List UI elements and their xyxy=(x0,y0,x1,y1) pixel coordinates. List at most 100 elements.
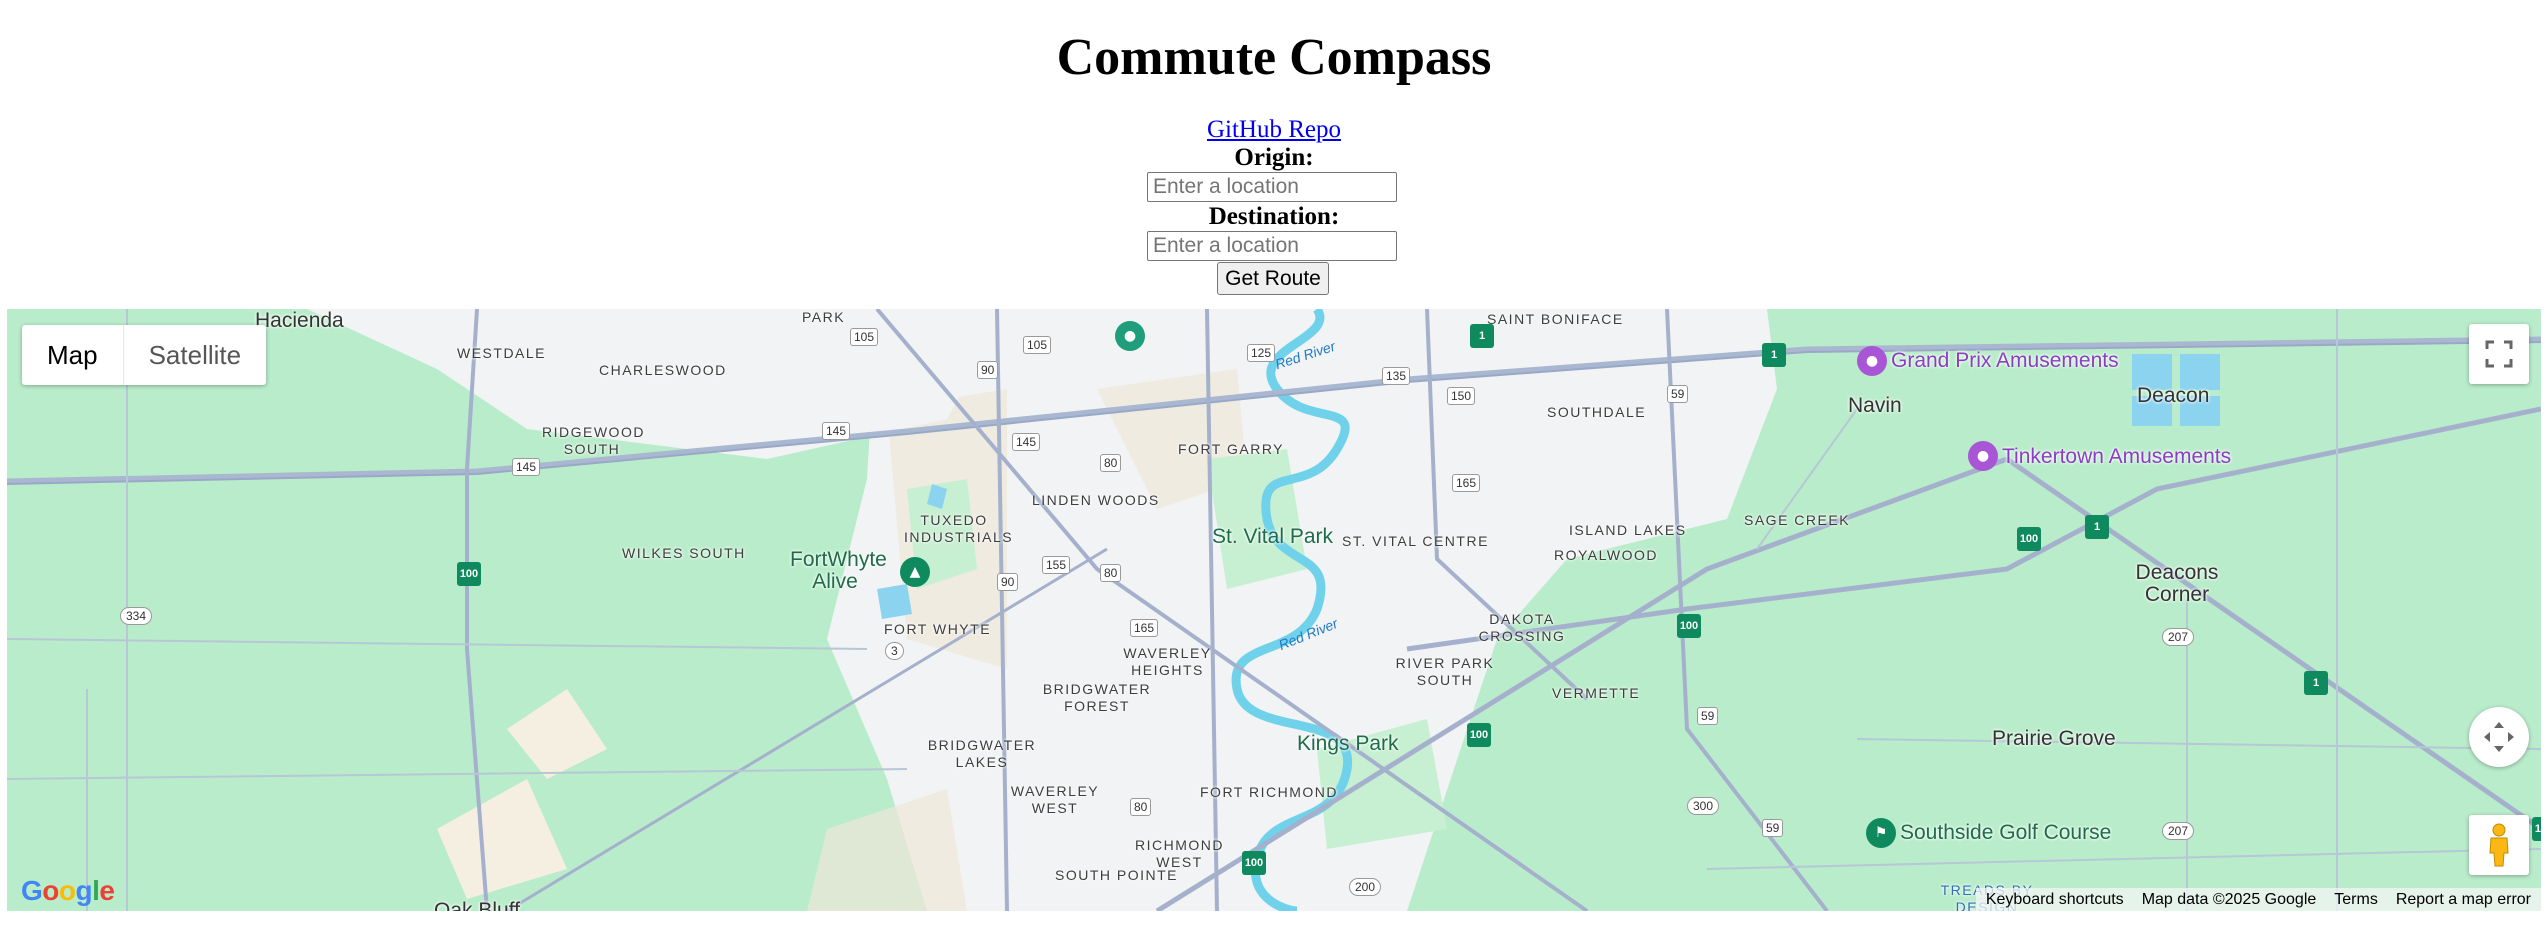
destination-input[interactable] xyxy=(1147,231,1397,261)
hood-south-pointe: SOUTH POINTE xyxy=(1055,867,1179,883)
route-shield: 105 xyxy=(850,328,879,346)
route-shield: 3 xyxy=(885,642,904,660)
highway-shield: 1 xyxy=(1470,324,1494,348)
repo-link-container: GitHub Repo xyxy=(0,116,2548,144)
hood-fort-whyte: FORT WHYTE xyxy=(884,621,992,637)
keyboard-shortcuts-link[interactable]: Keyboard shortcuts xyxy=(1986,891,2124,909)
hood-park: PARK xyxy=(802,309,846,325)
route-shield: 334 xyxy=(120,607,153,625)
google-logo[interactable]: Google xyxy=(21,875,115,907)
amusement-pin-icon[interactable]: ● xyxy=(1857,346,1887,376)
route-shield: 125 xyxy=(1247,344,1276,362)
map-type-satellite-button[interactable]: Satellite xyxy=(122,325,267,385)
map-data-attribution: Map data ©2025 Google xyxy=(2141,890,2317,908)
highway-shield: 100 xyxy=(1242,851,1266,875)
hood-waverley-heights: WAVERLEY HEIGHTS xyxy=(1123,645,1212,678)
route-shield: 80 xyxy=(1100,454,1122,472)
highway-shield: 1 xyxy=(2304,671,2328,695)
github-repo-link[interactable]: GitHub Repo xyxy=(1207,116,1341,143)
map-type-control: Map Satellite xyxy=(22,325,267,385)
hood-fort-richmond: FORT RICHMOND xyxy=(1200,784,1338,800)
street-view-button[interactable] xyxy=(2469,815,2529,875)
poi-southside-golf[interactable]: Southside Golf Course xyxy=(1900,821,2111,845)
place-prairie-grove: Prairie Grove xyxy=(1992,727,2116,750)
route-shield: 90 xyxy=(977,361,999,379)
get-route-button[interactable]: Get Route xyxy=(1217,262,1329,295)
map-footer: Keyboard shortcuts Map data ©2025 Google… xyxy=(1975,888,2541,911)
map-canvas[interactable]: Hacienda Navin Deacon Deacons Corner Pra… xyxy=(7,309,2541,911)
hood-tuxedo-industrials: TUXEDO INDUSTRIALS xyxy=(904,512,1014,545)
map-type-map-button[interactable]: Map xyxy=(22,325,123,385)
origin-label: Origin: xyxy=(1234,144,1314,171)
route-shield: 207 xyxy=(2162,822,2195,840)
hood-river-park-south: RIVER PARK SOUTH xyxy=(1395,655,1495,688)
hood-richmond-west: RICHMOND WEST xyxy=(1135,837,1224,870)
golf-pin-icon[interactable]: ⚑ xyxy=(1866,818,1896,848)
route-shield: 300 xyxy=(1687,797,1720,815)
report-map-error-link[interactable]: Report a map error xyxy=(2396,891,2531,909)
highway-shield: 1 xyxy=(2085,515,2109,539)
route-shield: 90 xyxy=(997,573,1019,591)
route-shield: 150 xyxy=(1447,387,1476,405)
origin-input[interactable] xyxy=(1147,172,1397,202)
pegman-icon xyxy=(2489,823,2509,867)
hood-southdale: SOUTHDALE xyxy=(1547,404,1647,420)
route-shield: 135 xyxy=(1382,367,1411,385)
route-shield: 80 xyxy=(1130,798,1152,816)
highway-shield: 1 xyxy=(1762,343,1786,367)
hood-sage-creek: SAGE CREEK xyxy=(1744,512,1851,528)
park-pin-icon[interactable]: ● xyxy=(1115,321,1145,351)
hood-bridgwater-forest: BRIDGWATER FOREST xyxy=(1042,681,1152,714)
hood-linden-woods: LINDEN WOODS xyxy=(1032,492,1160,508)
route-shield: 145 xyxy=(822,422,851,440)
terms-link[interactable]: Terms xyxy=(2334,891,2378,909)
hood-vermette: VERMETTE xyxy=(1552,685,1641,701)
place-navin: Navin xyxy=(1848,394,1902,417)
hood-westdale: WESTDALE xyxy=(457,345,547,361)
route-shield: 145 xyxy=(512,458,541,476)
park-pin-icon[interactable]: ▲ xyxy=(900,557,930,587)
page-title: Commute Compass xyxy=(1056,29,1492,86)
highway-shield: 100 xyxy=(2532,817,2541,841)
route-shield: 145 xyxy=(1012,433,1041,451)
route-shield: 59 xyxy=(1697,707,1719,725)
highway-shield: 100 xyxy=(1677,614,1701,638)
hood-bridgwater-lakes: BRIDGWATER LAKES xyxy=(927,737,1037,770)
route-shield: 155 xyxy=(1042,556,1071,574)
hood-royalwood: ROYALWOOD xyxy=(1554,547,1658,563)
route-shield: 80 xyxy=(1100,564,1122,582)
place-deacons-corner: Deacons Corner xyxy=(2135,561,2219,606)
hood-st-vital-centre: ST. VITAL CENTRE xyxy=(1342,533,1489,549)
park-st-vital: St. Vital Park xyxy=(1212,525,1333,548)
hood-charleswood: CHARLESWOOD xyxy=(599,362,727,378)
fullscreen-icon xyxy=(2485,340,2513,368)
camera-control-button[interactable] xyxy=(2469,707,2529,767)
hood-island-lakes: ISLAND LAKES xyxy=(1569,522,1687,538)
route-shield: 59 xyxy=(1762,819,1784,837)
hood-fort-garry: FORT GARRY xyxy=(1178,441,1285,457)
hood-saint-boniface: SAINT BONIFACE xyxy=(1487,311,1624,327)
hood-wilkes-south: WILKES SOUTH xyxy=(622,545,746,561)
place-oak-bluff: Oak Bluff xyxy=(434,899,520,911)
highway-shield: 100 xyxy=(1467,723,1491,747)
route-shield: 200 xyxy=(1349,878,1382,896)
poi-tinkertown[interactable]: Tinkertown Amusements xyxy=(2002,445,2231,469)
route-shield: 105 xyxy=(1023,336,1052,354)
route-shield: 165 xyxy=(1130,619,1159,637)
route-shield: 165 xyxy=(1452,474,1481,492)
hood-ridgewood-south: RIDGEWOOD SOUTH xyxy=(542,424,645,457)
route-shield: 59 xyxy=(1667,385,1689,403)
place-deacon: Deacon xyxy=(2137,384,2210,407)
hood-waverley-west: WAVERLEY WEST xyxy=(1010,783,1100,816)
hood-dakota-crossing: DAKOTA CROSSING xyxy=(1478,611,1566,644)
poi-grand-prix[interactable]: Grand Prix Amusements xyxy=(1891,349,2119,373)
destination-label: Destination: xyxy=(1208,203,1340,230)
place-hacienda: Hacienda xyxy=(255,309,344,332)
highway-shield: 100 xyxy=(457,562,481,586)
route-shield: 207 xyxy=(2162,628,2195,646)
fullscreen-button[interactable] xyxy=(2469,324,2529,384)
amusement-pin-icon[interactable]: ● xyxy=(1968,441,1998,471)
highway-shield: 100 xyxy=(2017,527,2041,551)
park-kings-park: Kings Park xyxy=(1297,732,1399,755)
park-fortwhyte-alive: FortWhyte Alive xyxy=(790,548,887,593)
